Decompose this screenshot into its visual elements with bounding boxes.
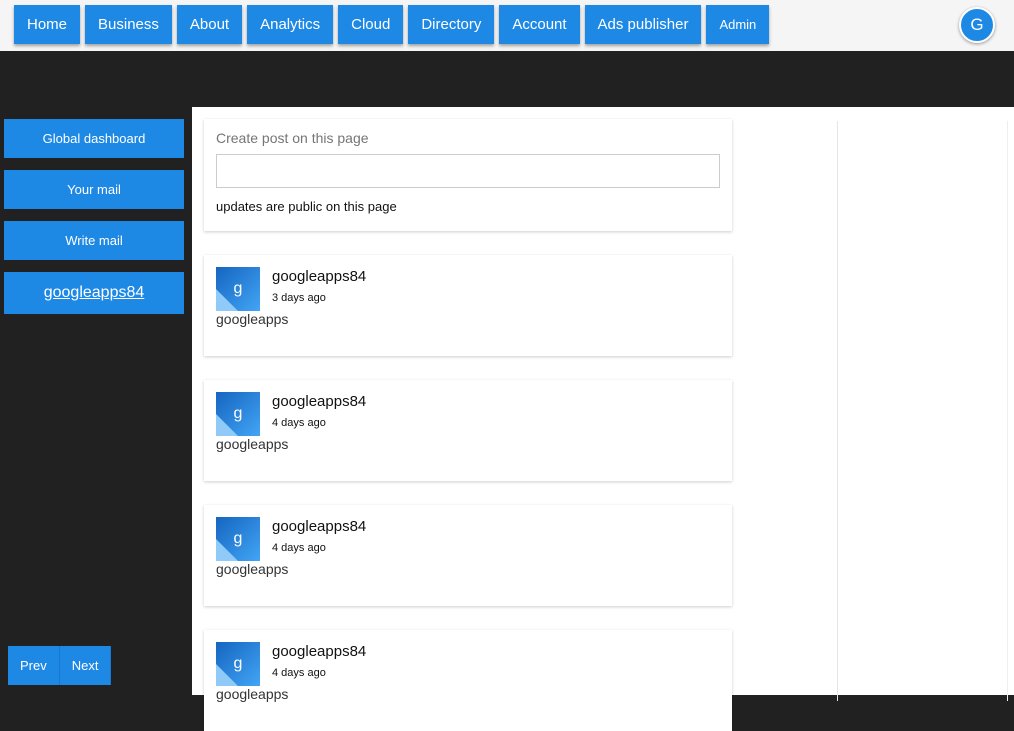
avatar-initial: g — [233, 530, 243, 547]
avatar-initial: g — [233, 280, 243, 297]
post-card: g googleapps84 4 days ago googleapps — [204, 630, 732, 731]
sidebar-user-link[interactable]: googleapps84 — [4, 272, 184, 314]
post-author[interactable]: googleapps84 — [272, 393, 366, 410]
nav-admin[interactable]: Admin — [706, 5, 770, 44]
post-author[interactable]: googleapps84 — [272, 268, 366, 285]
sidebar-global-dashboard[interactable]: Global dashboard — [4, 119, 184, 158]
sidebar-write-mail[interactable]: Write mail — [4, 221, 184, 260]
avatar-initial: g — [233, 405, 243, 422]
post-author[interactable]: googleapps84 — [272, 518, 366, 535]
top-navbar: Home Business About Analytics Cloud Dire… — [0, 0, 1014, 51]
post-time: 4 days ago — [272, 667, 326, 679]
nav-menu: Home Business About Analytics Cloud Dire… — [14, 5, 770, 44]
create-post-input[interactable] — [216, 154, 720, 188]
post-time: 3 days ago — [272, 292, 326, 304]
post-card: g googleapps84 3 days ago googleapps — [204, 255, 732, 356]
avatar-initial: g — [233, 655, 243, 672]
post-time: 4 days ago — [272, 417, 326, 429]
nav-account[interactable]: Account — [499, 5, 580, 44]
post-body: googleapps — [216, 311, 289, 327]
post-body: googleapps — [216, 436, 289, 452]
post-author[interactable]: googleapps84 — [272, 643, 366, 660]
nav-ads-publisher[interactable]: Ads publisher — [584, 5, 702, 44]
user-avatar[interactable]: G — [959, 7, 995, 43]
sidebar-your-mail[interactable]: Your mail — [4, 170, 184, 209]
post-avatar[interactable]: g — [216, 392, 260, 436]
post-time: 4 days ago — [272, 542, 326, 554]
post-card: g googleapps84 4 days ago googleapps — [204, 380, 732, 481]
nav-business[interactable]: Business — [85, 5, 172, 44]
post-avatar[interactable]: g — [216, 642, 260, 686]
nav-analytics[interactable]: Analytics — [247, 5, 334, 44]
pagination: Prev Next — [8, 646, 112, 685]
main-content: Create post on this page updates are pub… — [192, 107, 1014, 731]
post-card: g googleapps84 4 days ago googleapps — [204, 505, 732, 606]
public-note: updates are public on this page — [216, 199, 397, 214]
column-divider — [837, 121, 838, 701]
right-column-divider — [1007, 121, 1008, 701]
nav-cloud[interactable]: Cloud — [338, 5, 404, 44]
post-body: googleapps — [216, 561, 289, 577]
next-button[interactable]: Next — [59, 646, 112, 685]
nav-directory[interactable]: Directory — [408, 5, 495, 44]
create-post-label: Create post on this page — [216, 130, 369, 146]
post-avatar[interactable]: g — [216, 267, 260, 311]
create-post-card: Create post on this page updates are pub… — [204, 119, 732, 231]
prev-button[interactable]: Prev — [8, 646, 60, 685]
nav-about[interactable]: About — [176, 5, 243, 44]
nav-home[interactable]: Home — [14, 5, 81, 44]
post-avatar[interactable]: g — [216, 517, 260, 561]
sidebar: Global dashboard Your mail Write mail go… — [4, 119, 184, 326]
post-body: googleapps — [216, 686, 289, 702]
